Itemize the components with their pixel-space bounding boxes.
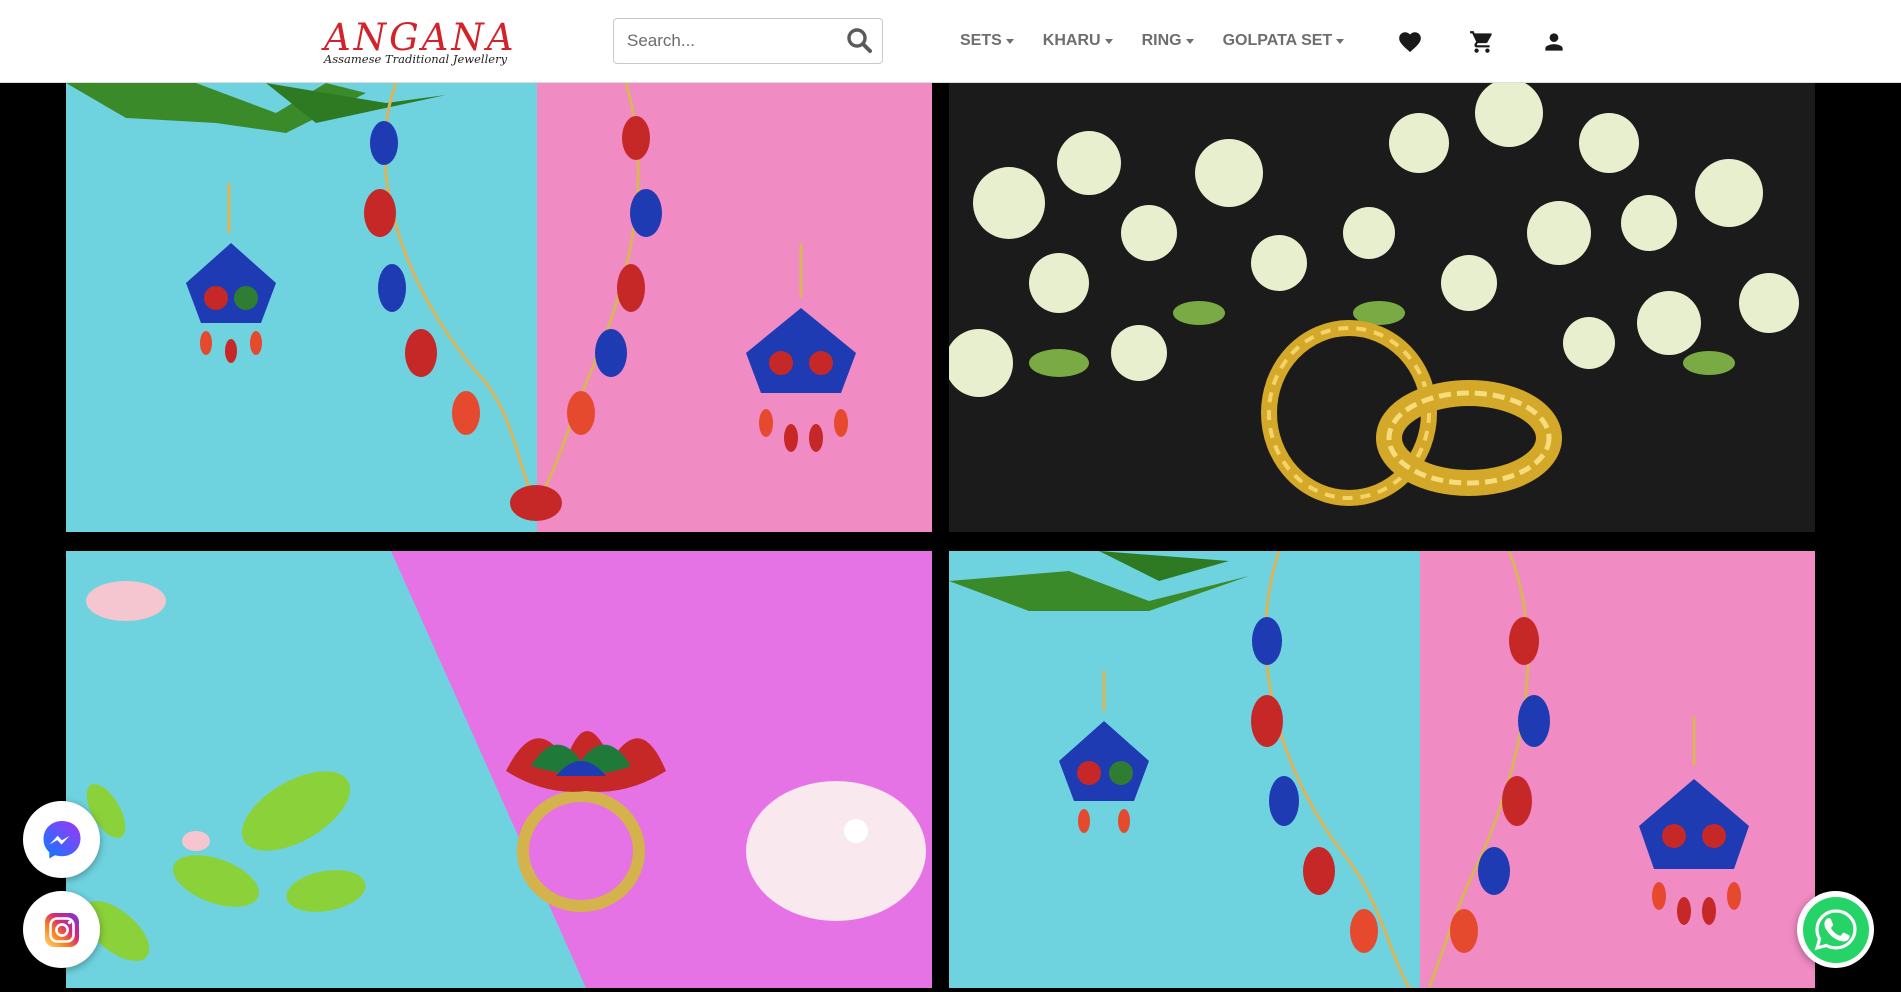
- messenger-button[interactable]: [23, 801, 100, 878]
- cart-button[interactable]: [1469, 29, 1495, 55]
- search-input[interactable]: [615, 20, 833, 62]
- whatsapp-button[interactable]: [1797, 891, 1874, 968]
- gallery-image-necklace-set[interactable]: [66, 83, 932, 532]
- nav-kharu-label: KHARU: [1042, 32, 1101, 49]
- search-box: [613, 18, 883, 64]
- kharu-bangles-photo: [949, 83, 1815, 532]
- nav-ring-label: RING: [1141, 32, 1182, 49]
- gallery-image-lotus-ring[interactable]: [66, 551, 932, 988]
- lotus-ring-photo: [66, 551, 932, 988]
- nav-ring-dropdown[interactable]: RING: [1142, 32, 1194, 50]
- site-header: ANGANA Assamese Traditional Jewellery SE…: [0, 0, 1901, 83]
- messenger-icon: [43, 820, 80, 858]
- whatsapp-icon: [1802, 896, 1869, 963]
- caret-down-icon: [1185, 39, 1194, 44]
- gallery-image-necklace-set-2[interactable]: [949, 551, 1815, 988]
- nav-sets-dropdown[interactable]: SETS: [960, 32, 1014, 50]
- nav-golpata-set-dropdown[interactable]: GOLPATA SET: [1223, 32, 1345, 50]
- search-icon: [847, 28, 872, 53]
- search-button[interactable]: [842, 23, 878, 59]
- user-icon: [1545, 33, 1563, 51]
- gallery-image-kharu-bangles[interactable]: [949, 83, 1815, 532]
- nav-sets-label: SETS: [960, 32, 1002, 49]
- nav-kharu-dropdown[interactable]: KHARU: [1043, 32, 1113, 50]
- nav-golpata-set-label: GOLPATA SET: [1222, 32, 1333, 49]
- instagram-icon: [44, 912, 79, 947]
- site-logo[interactable]: ANGANA Assamese Traditional Jewellery: [308, 19, 523, 69]
- wishlist-button[interactable]: [1397, 29, 1423, 55]
- caret-down-icon: [1104, 39, 1113, 44]
- caret-down-icon: [1005, 39, 1014, 44]
- cart-icon: [1470, 31, 1492, 53]
- main-nav: SETS KHARU RING GOLPATA SET: [960, 0, 1373, 82]
- necklace-set-photo-2: [949, 551, 1815, 988]
- instagram-button[interactable]: [23, 891, 100, 968]
- necklace-set-photo: [66, 83, 932, 532]
- heart-icon: [1399, 32, 1421, 53]
- logo-tagline: Assamese Traditional Jewellery: [323, 52, 508, 66]
- account-button[interactable]: [1541, 29, 1567, 55]
- caret-down-icon: [1336, 39, 1345, 44]
